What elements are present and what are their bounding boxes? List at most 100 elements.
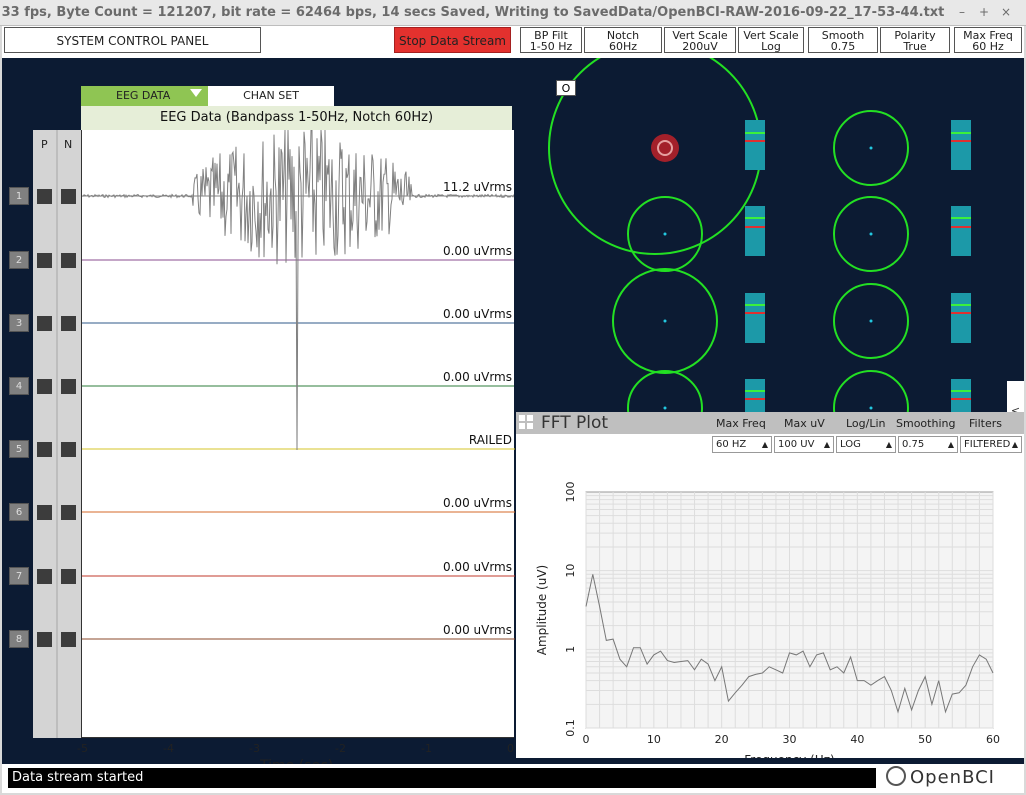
- p-toggle-button[interactable]: [37, 632, 52, 647]
- status-message: Data stream started: [8, 768, 876, 788]
- x-tick-label: -4: [163, 742, 174, 755]
- status-bar: Data stream started OpenBCI: [2, 764, 1024, 793]
- smooth-button[interactable]: Smooth 0.75: [808, 27, 878, 53]
- caret-up-icon: ▲: [1011, 440, 1018, 449]
- n-toggle-button[interactable]: [61, 253, 76, 268]
- channel-number-button[interactable]: 2: [9, 251, 29, 269]
- fft-x-label: Frequency (Hz): [744, 753, 835, 758]
- p-column-label: P: [41, 138, 48, 151]
- channel-readout: 0.00 uVrms: [443, 623, 512, 637]
- channel-readout: RAILED: [469, 433, 512, 447]
- eeg-time-series-plot: 11.2 uVrms 0.00 uVrms 0.00 uVrms 0.00 uVrms…: [81, 129, 516, 738]
- channel-number-button[interactable]: 7: [9, 567, 29, 585]
- setting-value: True: [903, 40, 927, 53]
- fft-y-tick: 100: [564, 482, 577, 503]
- fft-header: FFT Plot Max Freq Max uV Log/Lin Smoothi…: [516, 412, 1024, 434]
- n-toggle-button[interactable]: [61, 189, 76, 204]
- minimize-button[interactable]: –: [954, 5, 970, 19]
- dropdown-value: 0.75: [902, 439, 925, 450]
- smoothing-label: Smoothing: [896, 417, 956, 430]
- tab-chan-set[interactable]: CHAN SET: [208, 86, 334, 106]
- channel-readout: 0.00 uVrms: [443, 560, 512, 574]
- channel-number-button[interactable]: 1: [9, 187, 29, 205]
- p-toggle-button[interactable]: [37, 253, 52, 268]
- n-toggle-button[interactable]: [61, 569, 76, 584]
- channel-readout: 0.00 uVrms: [443, 307, 512, 321]
- channel-level-bars: [745, 120, 971, 429]
- p-toggle-button[interactable]: [37, 189, 52, 204]
- vert-scale-button[interactable]: Vert Scale 200uV: [664, 27, 736, 53]
- smoothing-dropdown[interactable]: 0.75 ▲: [898, 436, 958, 453]
- x-tick-label: -3: [249, 742, 260, 755]
- dropdown-value: LOG: [840, 439, 861, 450]
- n-toggle-button[interactable]: [61, 632, 76, 647]
- log-lin-dropdown[interactable]: LOG ▲: [836, 436, 896, 453]
- max-uv-label: Max uV: [784, 417, 825, 430]
- x-tick-label: -5: [77, 742, 88, 755]
- electrode-circle: [627, 370, 703, 446]
- tab-label: EEG DATA: [116, 89, 171, 102]
- fft-controls: 60 HZ ▲ 100 UV ▲ LOG ▲ 0.75 ▲ FILTERED ▲: [516, 434, 1024, 454]
- dropdown-triangle-icon[interactable]: [190, 89, 202, 97]
- p-toggle-button[interactable]: [37, 379, 52, 394]
- channel-readout: 0.00 uVrms: [443, 496, 512, 510]
- head-plot-label[interactable]: O: [556, 80, 576, 96]
- fft-x-tick: 50: [918, 733, 932, 746]
- channel-number-button[interactable]: 4: [9, 377, 29, 395]
- maximize-button[interactable]: +: [976, 5, 992, 19]
- brain-logo-icon: [886, 766, 906, 786]
- fft-y-tick: 0.1: [564, 719, 577, 737]
- n-toggle-button[interactable]: [61, 379, 76, 394]
- max-freq-button[interactable]: Max Freq 60 Hz: [954, 27, 1022, 53]
- pn-button-columns: P N: [33, 130, 81, 738]
- p-toggle-button[interactable]: [37, 316, 52, 331]
- setting-value: 1-50 Hz: [529, 40, 573, 53]
- p-toggle-button[interactable]: [37, 569, 52, 584]
- grid-icon[interactable]: [519, 415, 533, 429]
- eeg-plot-header: EEG Data (Bandpass 1-50Hz, Notch 60Hz): [81, 106, 512, 130]
- channel-number-button[interactable]: 5: [9, 440, 29, 458]
- polarity-button[interactable]: Polarity True: [880, 27, 950, 53]
- setting-value: 60Hz: [608, 40, 638, 53]
- dropdown-value: 60 HZ: [716, 439, 747, 450]
- fft-y-label: Amplitude (uV): [535, 565, 549, 656]
- log-lin-label: Log/Lin: [846, 417, 886, 430]
- x-tick-label: 0: [507, 742, 514, 755]
- vert-scale-log-button[interactable]: Vert Scale Log: [738, 27, 804, 53]
- n-toggle-button[interactable]: [61, 316, 76, 331]
- tab-eeg-data[interactable]: EEG DATA: [81, 86, 208, 106]
- close-button[interactable]: ×: [998, 5, 1014, 19]
- channel-number-button[interactable]: 6: [9, 503, 29, 521]
- setting-value: Log: [761, 40, 781, 53]
- railed-indicator-icon: [651, 134, 679, 162]
- p-toggle-button[interactable]: [37, 442, 52, 457]
- fft-x-tick: 20: [715, 733, 729, 746]
- fft-panel: FFT Plot Max Freq Max uV Log/Lin Smoothi…: [516, 412, 1024, 758]
- fft-chart: 0 10 20 30 40 50 60 0.1 1 10 100 Frequency (Hz) Ampl…: [535, 482, 1000, 759]
- fft-x-tick: 60: [986, 733, 1000, 746]
- max-freq-label: Max Freq: [716, 417, 766, 430]
- column-divider: [56, 130, 58, 738]
- p-toggle-button[interactable]: [37, 505, 52, 520]
- notch-filter-button[interactable]: Notch 60Hz: [584, 27, 662, 53]
- n-toggle-button[interactable]: [61, 505, 76, 520]
- max-freq-dropdown[interactable]: 60 HZ ▲: [712, 436, 772, 453]
- system-control-panel-button[interactable]: SYSTEM CONTROL PANEL: [4, 27, 261, 53]
- x-tick-label: -2: [335, 742, 346, 755]
- filters-label: Filters: [969, 417, 1002, 430]
- bandpass-filter-button[interactable]: BP Filt 1-50 Hz: [520, 27, 582, 53]
- filters-dropdown[interactable]: FILTERED ▲: [960, 436, 1022, 453]
- stop-data-stream-button[interactable]: Stop Data Stream: [394, 27, 511, 53]
- head-plot: [548, 41, 971, 446]
- electrode-circle: [833, 370, 909, 446]
- eeg-tabs: EEG DATA CHAN SET: [81, 86, 334, 106]
- dropdown-value: 100 UV: [778, 439, 815, 450]
- n-toggle-button[interactable]: [61, 442, 76, 457]
- fft-x-tick: 30: [783, 733, 797, 746]
- gui-canvas: SYSTEM CONTROL PANEL Stop Data Stream BP…: [2, 26, 1024, 793]
- fft-y-tick: 10: [564, 564, 577, 578]
- setting-value: 0.75: [830, 40, 856, 53]
- channel-number-button[interactable]: 3: [9, 314, 29, 332]
- channel-number-button[interactable]: 8: [9, 630, 29, 648]
- max-uv-dropdown[interactable]: 100 UV ▲: [774, 436, 834, 453]
